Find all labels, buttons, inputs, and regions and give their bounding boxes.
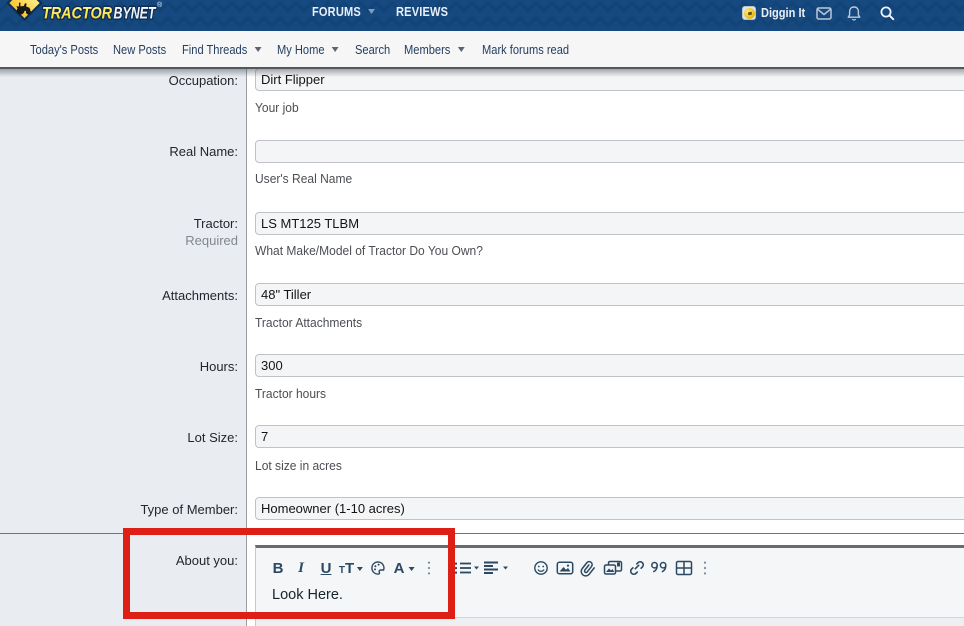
svg-text:®: ®	[157, 1, 163, 9]
svg-text:BYNET: BYNET	[114, 5, 157, 23]
svg-text:TRACTOR: TRACTOR	[42, 5, 112, 23]
